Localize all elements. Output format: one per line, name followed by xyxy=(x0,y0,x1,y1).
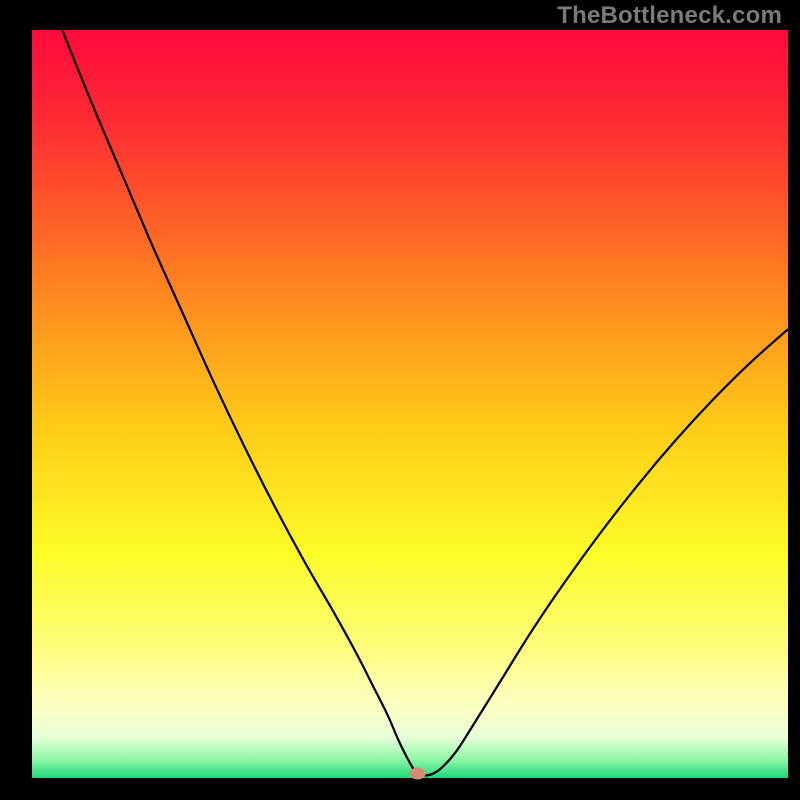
optimum-marker xyxy=(410,768,426,780)
watermark-text: TheBottleneck.com xyxy=(557,2,782,30)
bottleneck-chart xyxy=(0,0,800,800)
chart-frame: TheBottleneck.com xyxy=(0,0,800,800)
plot-area xyxy=(32,30,788,778)
